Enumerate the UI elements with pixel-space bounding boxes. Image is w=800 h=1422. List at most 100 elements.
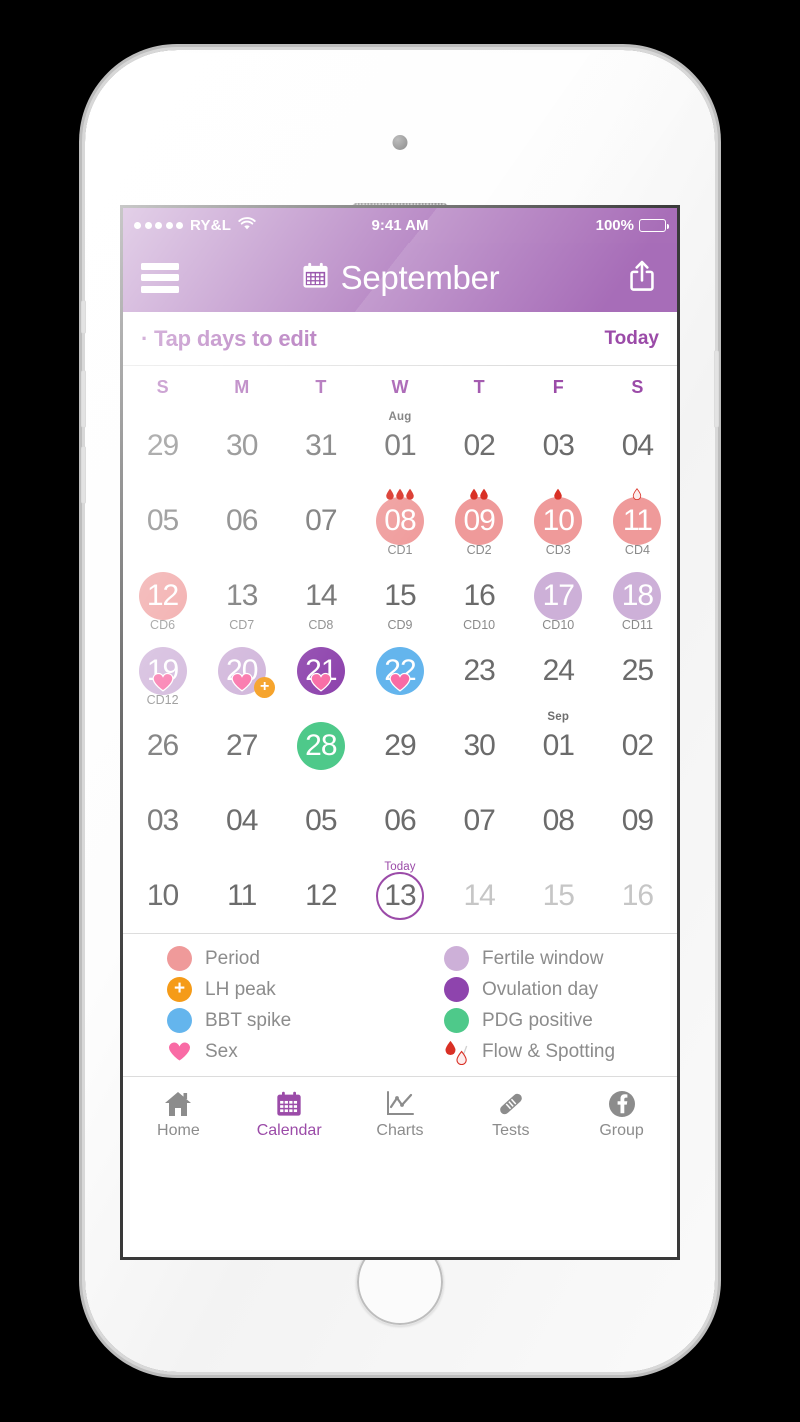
cycle-day-label: CD3 <box>545 543 571 557</box>
day-cell-28[interactable]: 28 <box>281 708 360 783</box>
day-number: 27 <box>226 728 258 762</box>
day-number: 24 <box>542 653 575 687</box>
heart-icon <box>167 1039 192 1064</box>
day-cell-29[interactable]: 29 <box>360 708 439 783</box>
lh-peak-icon: + <box>253 676 275 698</box>
day-cell-19[interactable]: 19 CD12 <box>123 633 202 708</box>
day-number: 12 <box>138 571 187 620</box>
day-number: 21 <box>296 646 345 695</box>
day-cell-21[interactable]: 21 <box>281 633 360 708</box>
test-strip-icon <box>496 1088 526 1118</box>
day-number: 11 <box>227 878 257 912</box>
tab-tests[interactable]: Tests <box>455 1088 566 1140</box>
day-cell-02[interactable]: 02 <box>598 708 677 783</box>
day-cell-26[interactable]: 26 <box>123 708 202 783</box>
day-cell-12[interactable]: 12 CD6 <box>123 558 202 633</box>
day-cell-08[interactable]: 08 <box>519 783 598 858</box>
day-number: 08 <box>542 803 575 837</box>
sub-header: · Tap days to edit Today <box>123 312 677 366</box>
heart-icon <box>310 666 332 700</box>
legend-label: Ovulation day <box>482 978 599 1000</box>
day-cell-04[interactable]: 04 <box>598 408 677 483</box>
day-cell-15[interactable]: 15 CD9 <box>360 558 439 633</box>
day-cell-12[interactable]: 12 <box>281 858 360 933</box>
day-cell-06[interactable]: 06 <box>202 483 281 558</box>
day-cell-07[interactable]: 07 <box>440 783 519 858</box>
day-cell-09[interactable]: 09 <box>598 783 677 858</box>
cycle-day-label: CD2 <box>466 543 492 557</box>
day-cell-13[interactable]: Today 13 <box>360 858 439 933</box>
day-number: 20 + <box>217 646 275 698</box>
day-cell-07[interactable]: 07 <box>281 483 360 558</box>
day-cell-13[interactable]: 13 CD7 <box>202 558 281 633</box>
day-cell-22[interactable]: 22 <box>360 633 439 708</box>
day-cell-10[interactable]: 10 CD3 <box>519 483 598 558</box>
day-cell-31[interactable]: 31 <box>281 408 360 483</box>
day-cell-16[interactable]: 16 <box>598 858 677 933</box>
tab-home[interactable]: Home <box>123 1088 234 1140</box>
legend-label: Fertile window <box>482 947 604 969</box>
day-cell-01[interactable]: Sep 01 <box>519 708 598 783</box>
day-cell-11[interactable]: 11 <box>202 858 281 933</box>
tap-hint-label: · Tap days to edit <box>141 325 317 351</box>
day-cell-30[interactable]: 30 <box>440 708 519 783</box>
day-number: 29 <box>384 728 416 762</box>
day-cell-14[interactable]: 14 <box>440 858 519 933</box>
calendar-grid[interactable]: 29 30 31 Aug 01 02 03 04 05 06 07 08 CD1 09 CD2 10 CD3 11… <box>123 408 677 933</box>
day-cell-23[interactable]: 23 <box>440 633 519 708</box>
day-cell-29[interactable]: 29 <box>123 408 202 483</box>
volume-up-button[interactable] <box>81 370 86 428</box>
volume-down-button[interactable] <box>81 446 86 504</box>
day-cell-27[interactable]: 27 <box>202 708 281 783</box>
day-cell-06[interactable]: 06 <box>360 783 439 858</box>
tab-group[interactable]: Group <box>566 1088 677 1140</box>
day-number: 14 <box>463 878 495 912</box>
tab-label: Group <box>599 1122 644 1139</box>
day-cell-15[interactable]: 15 <box>519 858 598 933</box>
day-number: 29 <box>146 428 179 462</box>
day-cell-18[interactable]: 18 CD11 <box>598 558 677 633</box>
day-cell-03[interactable]: 03 <box>519 408 598 483</box>
day-cell-16[interactable]: 16 CD10 <box>440 558 519 633</box>
share-icon[interactable] <box>627 258 657 297</box>
legend-label: LH peak <box>205 978 276 1000</box>
power-button[interactable] <box>714 350 719 428</box>
blood-drops-icon <box>385 488 414 500</box>
day-cell-09[interactable]: 09 CD2 <box>440 483 519 558</box>
day-cell-20[interactable]: 20 + <box>202 633 281 708</box>
day-cell-17[interactable]: 17 CD10 <box>519 558 598 633</box>
tab-bar[interactable]: Home Calendar Charts Tests Group <box>123 1077 677 1151</box>
day-cell-02[interactable]: 02 <box>440 408 519 483</box>
day-cell-05[interactable]: 05 <box>281 783 360 858</box>
day-cell-25[interactable]: 25 <box>598 633 677 708</box>
status-bar: RY&L 9:41 AM 100% <box>123 208 677 243</box>
blood-drops-icon <box>444 1039 469 1065</box>
day-cell-30[interactable]: 30 <box>202 408 281 483</box>
tab-charts[interactable]: Charts <box>345 1088 456 1140</box>
calendar-icon <box>301 261 330 295</box>
legend-item-ovulation-day: Ovulation day <box>400 977 677 1002</box>
hamburger-menu-icon[interactable] <box>141 262 179 293</box>
day-cell-01[interactable]: Aug 01 <box>360 408 439 483</box>
silent-switch[interactable] <box>81 300 86 334</box>
day-cell-10[interactable]: 10 <box>123 858 202 933</box>
weekday-0: S <box>156 376 169 397</box>
day-cell-24[interactable]: 24 <box>519 633 598 708</box>
tab-calendar[interactable]: Calendar <box>234 1088 345 1140</box>
day-cell-14[interactable]: 14 CD8 <box>281 558 360 633</box>
day-number: 17 <box>534 571 583 620</box>
navigation-bar: September <box>123 243 677 312</box>
day-cell-03[interactable]: 03 <box>123 783 202 858</box>
today-button[interactable]: Today <box>604 328 659 350</box>
legend-item-period: Period <box>123 946 400 971</box>
day-cell-08[interactable]: 08 CD1 <box>360 483 439 558</box>
day-number: 06 <box>384 803 416 837</box>
fertile-dot-icon <box>444 946 469 971</box>
day-number: 28 <box>296 721 345 770</box>
day-cell-05[interactable]: 05 <box>123 483 202 558</box>
day-number: 02 <box>463 428 495 462</box>
day-number: 23 <box>463 653 495 687</box>
day-cell-11[interactable]: 11 CD4 <box>598 483 677 558</box>
cycle-day-label: CD7 <box>229 618 255 632</box>
day-cell-04[interactable]: 04 <box>202 783 281 858</box>
